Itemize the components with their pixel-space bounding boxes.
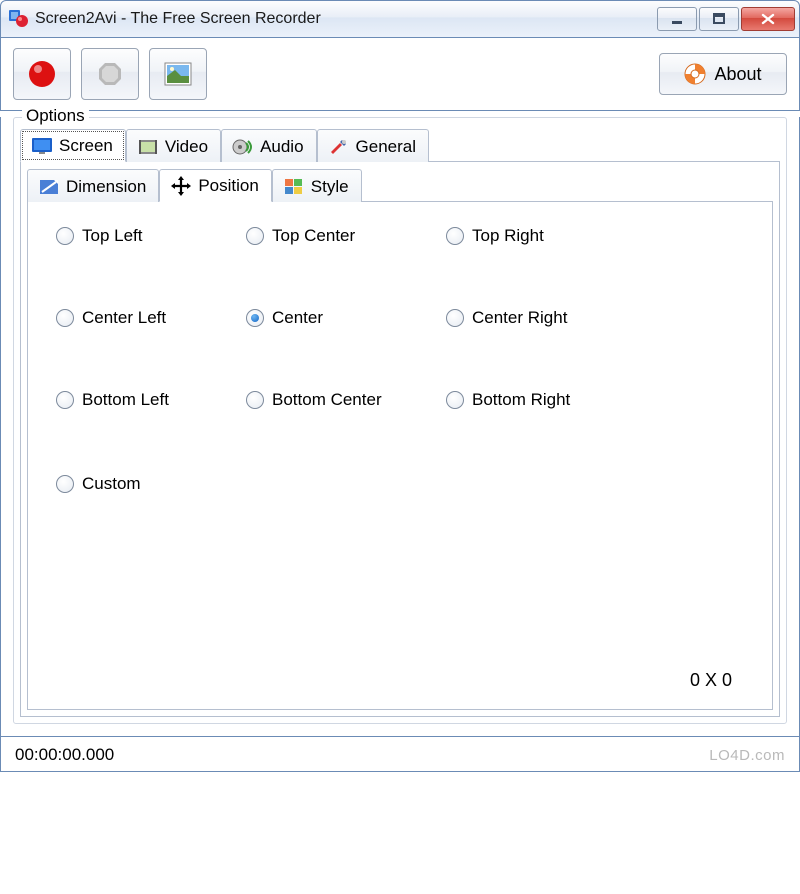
stop-button[interactable] (81, 48, 139, 100)
radio-label: Bottom Center (272, 390, 382, 410)
radio-icon (446, 309, 464, 327)
radio-icon (246, 227, 264, 245)
style-icon (283, 177, 305, 197)
snapshot-button[interactable] (149, 48, 207, 100)
radio-icon (446, 227, 464, 245)
subtab-dimension[interactable]: Dimension (27, 169, 159, 202)
sub-tabs: Dimension Position Style (27, 168, 773, 202)
window-title: Screen2Avi - The Free Screen Recorder (35, 10, 657, 28)
record-button[interactable] (13, 48, 71, 100)
position-grid: Top Left Top Center Top Right Center Lef… (56, 226, 744, 410)
radio-icon (246, 391, 264, 409)
radio-label: Custom (82, 474, 141, 494)
tab-video[interactable]: Video (126, 129, 221, 162)
radio-label: Top Center (272, 226, 355, 246)
options-label: Options (22, 106, 89, 126)
radio-center-right[interactable]: Center Right (446, 308, 646, 328)
radio-icon (56, 309, 74, 327)
tab-audio[interactable]: Audio (221, 129, 316, 162)
picture-icon (163, 61, 193, 87)
watermark: LO4D.com (709, 747, 785, 764)
subtab-style[interactable]: Style (272, 169, 362, 202)
dimension-icon (38, 177, 60, 197)
radio-label: Bottom Right (472, 390, 570, 410)
lifebuoy-icon (684, 63, 706, 85)
radio-center[interactable]: Center (246, 308, 446, 328)
toolbar: About (0, 38, 800, 111)
radio-bottom-right[interactable]: Bottom Right (446, 390, 646, 410)
record-icon (27, 59, 57, 89)
radio-top-center[interactable]: Top Center (246, 226, 446, 246)
radio-top-right[interactable]: Top Right (446, 226, 646, 246)
subtab-style-label: Style (311, 177, 349, 197)
statusbar: 00:00:00.000 LO4D.com (0, 737, 800, 772)
maximize-button[interactable] (699, 7, 739, 31)
tab-video-label: Video (165, 137, 208, 157)
radio-icon (56, 227, 74, 245)
radio-icon (56, 475, 74, 493)
subtab-dimension-label: Dimension (66, 177, 146, 197)
subtab-position[interactable]: Position (159, 169, 271, 202)
minimize-icon (670, 12, 684, 26)
minimize-button[interactable] (657, 7, 697, 31)
radio-label: Top Left (82, 226, 143, 246)
radio-center-left[interactable]: Center Left (56, 308, 246, 328)
position-panel: Top Left Top Center Top Right Center Lef… (27, 202, 773, 710)
close-button[interactable] (741, 7, 795, 31)
app-icon (9, 9, 29, 29)
content-area: Options Screen Video Audio General (0, 117, 800, 737)
tab-screen[interactable]: Screen (20, 129, 126, 162)
move-icon (170, 176, 192, 196)
tab-screen-label: Screen (59, 136, 113, 156)
position-dimensions: 0 X 0 (690, 670, 732, 691)
tab-audio-label: Audio (260, 137, 303, 157)
status-time: 00:00:00.000 (15, 745, 114, 765)
maximize-icon (712, 12, 726, 26)
main-tabs: Screen Video Audio General (20, 128, 780, 162)
radio-bottom-center[interactable]: Bottom Center (246, 390, 446, 410)
radio-icon (246, 309, 264, 327)
tools-icon (328, 137, 350, 157)
radio-label: Center Left (82, 308, 166, 328)
tab-panel-screen: Dimension Position Style Top Left Top Ce… (20, 162, 780, 717)
radio-label: Center Right (472, 308, 567, 328)
tab-general[interactable]: General (317, 129, 429, 162)
radio-top-left[interactable]: Top Left (56, 226, 246, 246)
radio-icon (446, 391, 464, 409)
stop-icon (95, 59, 125, 89)
sound-icon (232, 137, 254, 157)
radio-icon (56, 391, 74, 409)
about-label: About (714, 64, 761, 85)
titlebar: Screen2Avi - The Free Screen Recorder (0, 0, 800, 38)
film-icon (137, 137, 159, 157)
radio-label: Top Right (472, 226, 544, 246)
subtab-position-label: Position (198, 176, 258, 196)
radio-label: Bottom Left (82, 390, 169, 410)
radio-custom[interactable]: Custom (56, 474, 744, 494)
monitor-icon (31, 136, 53, 156)
tab-general-label: General (356, 137, 416, 157)
about-button[interactable]: About (659, 53, 787, 95)
close-icon (760, 12, 776, 26)
radio-bottom-left[interactable]: Bottom Left (56, 390, 246, 410)
radio-label: Center (272, 308, 323, 328)
window-controls (657, 7, 795, 31)
options-group: Options Screen Video Audio General (13, 117, 787, 724)
